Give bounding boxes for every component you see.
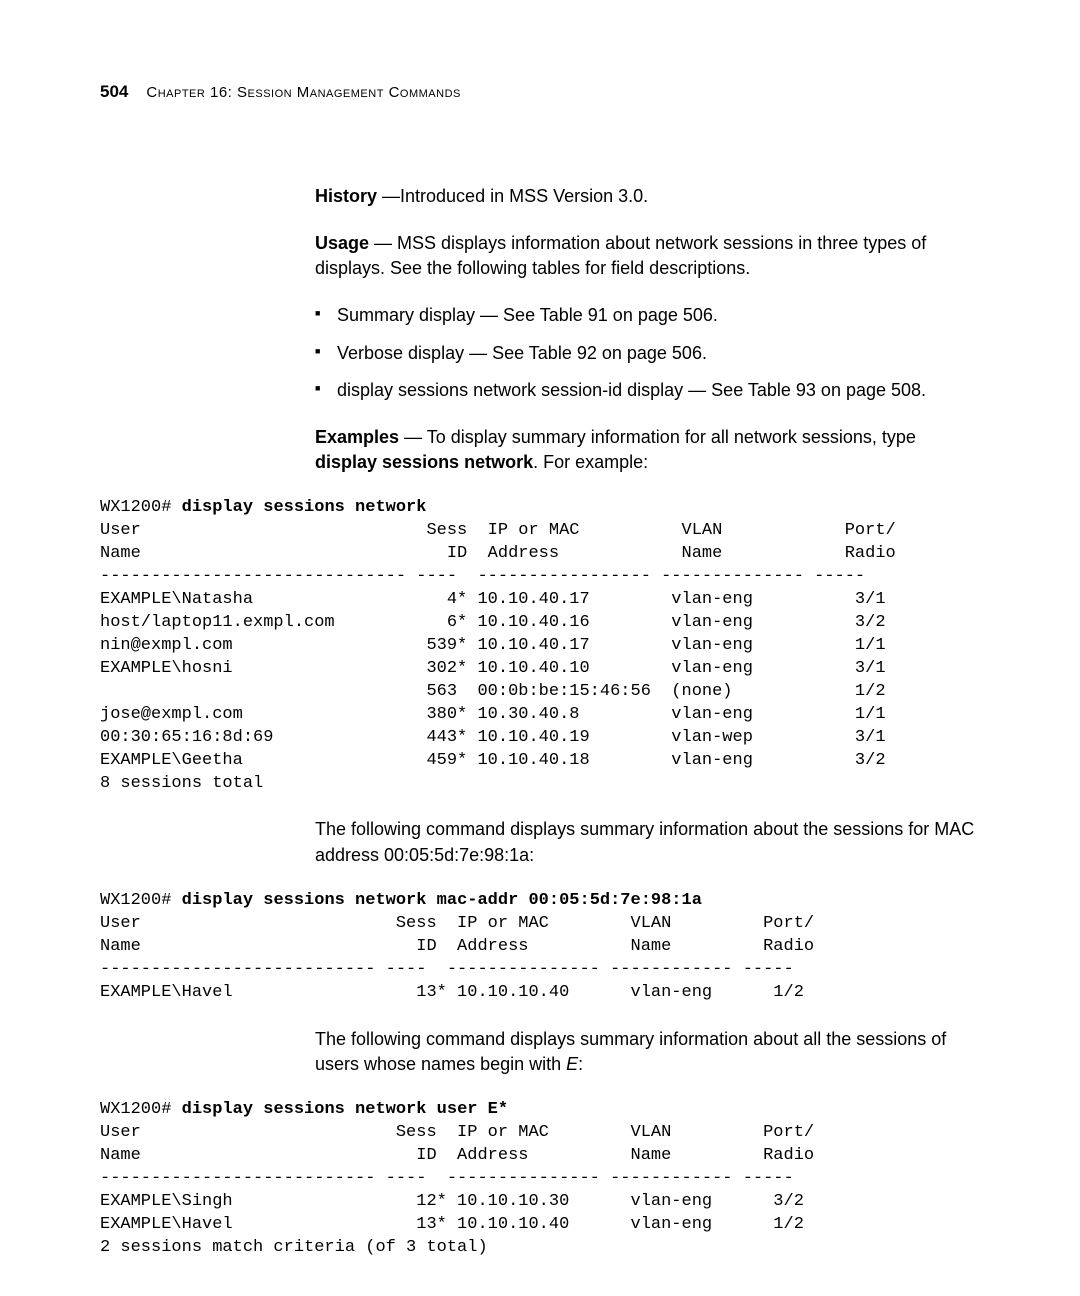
cli-footer: 2 sessions match criteria (of 3 total) xyxy=(100,1238,488,1257)
cli-prompt: WX1200# xyxy=(100,1100,182,1119)
usage-paragraph: Usage — MSS displays information about n… xyxy=(315,231,980,281)
list-item: display sessions network session-id disp… xyxy=(315,378,980,403)
cli-header-1: User Sess IP or MAC VLAN Port/ xyxy=(100,914,814,933)
item-rest: — See Table 92 on page 506. xyxy=(464,343,707,363)
cli-header-2: Name ID Address Name Radio xyxy=(100,937,814,956)
list-item: Summary display — See Table 91 on page 5… xyxy=(315,303,980,328)
item-bold: display sessions network session-id xyxy=(337,380,622,400)
cli-header-1: User Sess IP or MAC VLAN Port/ xyxy=(100,1123,814,1142)
usage-lead: Usage xyxy=(315,233,369,253)
cli-prompt: WX1200# xyxy=(100,498,182,517)
item-rest: — See Table 91 on page 506. xyxy=(475,305,718,325)
chapter-title: Chapter 16: Session Management Commands xyxy=(146,82,461,103)
cli-row: EXAMPLE\Natasha 4* 10.10.40.17 vlan-eng … xyxy=(100,590,886,609)
examples-text-1: — To display summary information for all… xyxy=(399,427,916,447)
cli-output-2: WX1200# display sessions network mac-add… xyxy=(100,890,980,1005)
cli-divider: --------------------------- ---- -------… xyxy=(100,1169,794,1188)
examples-paragraph: Examples — To display summary informatio… xyxy=(315,425,980,475)
cli-row: 00:30:65:16:8d:69 443* 10.10.40.19 vlan-… xyxy=(100,728,886,747)
paragraph-3: The following command displays summary i… xyxy=(315,1027,980,1077)
cli-row: EXAMPLE\Havel 13* 10.10.10.40 vlan-eng 1… xyxy=(100,983,804,1002)
cli-command: display sessions network xyxy=(182,498,427,517)
examples-lead: Examples xyxy=(315,427,399,447)
examples-cmd: display sessions network xyxy=(315,452,533,472)
cli-divider: --------------------------- ---- -------… xyxy=(100,960,794,979)
page-header: 504 Chapter 16: Session Management Comma… xyxy=(100,80,980,104)
cli-divider: ------------------------------ ---- ----… xyxy=(100,567,865,586)
cli-header-2: Name ID Address Name Radio xyxy=(100,1146,814,1165)
display-types-list: Summary display — See Table 91 on page 5… xyxy=(315,303,980,403)
item-bold: Summary display xyxy=(337,305,475,325)
cli-command: display sessions network user E* xyxy=(182,1100,508,1119)
page-number: 504 xyxy=(100,80,128,104)
examples-text-2: . For example: xyxy=(533,452,648,472)
item-bold: Verbose display xyxy=(337,343,464,363)
item-rest: display — See Table 93 on page 508. xyxy=(622,380,926,400)
para3-italic: E xyxy=(566,1054,578,1074)
cli-row: nin@exmpl.com 539* 10.10.40.17 vlan-eng … xyxy=(100,636,886,655)
cli-row: EXAMPLE\Havel 13* 10.10.10.40 vlan-eng 1… xyxy=(100,1215,804,1234)
usage-text: — MSS displays information about network… xyxy=(315,233,926,278)
list-item: Verbose display — See Table 92 on page 5… xyxy=(315,341,980,366)
history-text: —Introduced in MSS Version 3.0. xyxy=(377,186,648,206)
para3-after: : xyxy=(578,1054,583,1074)
cli-row: EXAMPLE\Geetha 459* 10.10.40.18 vlan-eng… xyxy=(100,751,886,770)
paragraph-2: The following command displays summary i… xyxy=(315,817,980,867)
cli-prompt: WX1200# xyxy=(100,891,182,910)
cli-command: display sessions network mac-addr 00:05:… xyxy=(182,891,702,910)
history-paragraph: History —Introduced in MSS Version 3.0. xyxy=(315,184,980,209)
para3-before: The following command displays summary i… xyxy=(315,1029,946,1074)
history-lead: History xyxy=(315,186,377,206)
cli-row: host/laptop11.exmpl.com 6* 10.10.40.16 v… xyxy=(100,613,886,632)
cli-output-3: WX1200# display sessions network user E*… xyxy=(100,1099,980,1260)
cli-footer: 8 sessions total xyxy=(100,774,263,793)
cli-row: EXAMPLE\Singh 12* 10.10.10.30 vlan-eng 3… xyxy=(100,1192,804,1211)
cli-row: 563 00:0b:be:15:46:56 (none) 1/2 xyxy=(100,682,886,701)
cli-row: EXAMPLE\hosni 302* 10.10.40.10 vlan-eng … xyxy=(100,659,886,678)
cli-row: jose@exmpl.com 380* 10.30.40.8 vlan-eng … xyxy=(100,705,886,724)
cli-header-1: User Sess IP or MAC VLAN Port/ xyxy=(100,521,896,540)
cli-output-1: WX1200# display sessions network User Se… xyxy=(100,497,980,795)
cli-header-2: Name ID Address Name Radio xyxy=(100,544,896,563)
